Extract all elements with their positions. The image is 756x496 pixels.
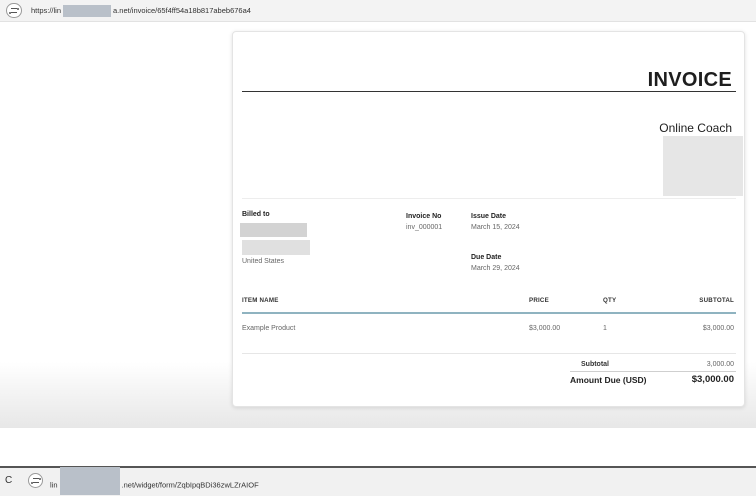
url-text[interactable]: lin .net/widget/form/ZqbIpqBDi36zwLZrAIOF — [50, 467, 259, 495]
table-row-divider — [242, 353, 736, 354]
redacted-billed-name — [240, 223, 307, 237]
table-header-divider — [242, 312, 736, 314]
subtotal-value: 3,000.00 — [706, 361, 734, 368]
invoice-title: INVOICE — [647, 69, 732, 91]
invoice-no-label: Invoice No — [406, 213, 442, 220]
invoice-card: INVOICE Online Coach Billed to United St… — [232, 31, 745, 407]
billed-country: United States — [242, 258, 285, 265]
invoice-no-value: inv_000001 — [406, 224, 443, 231]
row-qty: 1 — [603, 325, 607, 332]
subtotal-label: Subtotal — [581, 361, 609, 368]
redacted-billed-address — [242, 240, 310, 255]
issue-date-label: Issue Date — [471, 213, 507, 220]
reload-icon[interactable]: C — [5, 475, 12, 486]
row-subtotal: $3,000.00 — [702, 325, 734, 332]
browser-address-bar-bottom[interactable]: C lin .net/widget/form/ZqbIpqBDi36zwLZrAI… — [0, 466, 756, 496]
business-name: Online Coach — [659, 121, 732, 135]
site-settings-icon[interactable] — [6, 3, 22, 18]
business-logo-placeholder — [663, 136, 743, 196]
billed-to-label: Billed to — [242, 211, 270, 218]
row-item-name: Example Product — [242, 325, 296, 332]
browser-address-bar-top[interactable]: https://lin a.net/invoice/65f4ff54a18b817… — [0, 0, 756, 22]
site-settings-icon[interactable] — [28, 473, 43, 488]
col-header-price: PRICE — [529, 297, 549, 304]
title-divider — [242, 91, 736, 92]
col-header-item-name: ITEM NAME — [242, 297, 279, 304]
page-gap — [0, 428, 756, 466]
totals-divider — [570, 371, 736, 372]
due-date-label: Due Date — [471, 254, 502, 261]
col-header-subtotal: SUBTOTAL — [699, 297, 734, 304]
issue-date-value: March 15, 2024 — [471, 224, 520, 231]
amount-due-value: $3,000.00 — [691, 374, 734, 385]
url-text[interactable]: https://lin a.net/invoice/65f4ff54a18b817… — [31, 5, 251, 17]
amount-due-label: Amount Due (USD) — [570, 375, 647, 385]
redacted-url-segment — [59, 467, 120, 495]
due-date-value: March 29, 2024 — [471, 265, 520, 272]
section-divider — [242, 198, 736, 199]
redacted-url-segment — [63, 5, 112, 17]
row-price: $3,000.00 — [529, 325, 561, 332]
col-header-qty: QTY — [603, 297, 617, 304]
